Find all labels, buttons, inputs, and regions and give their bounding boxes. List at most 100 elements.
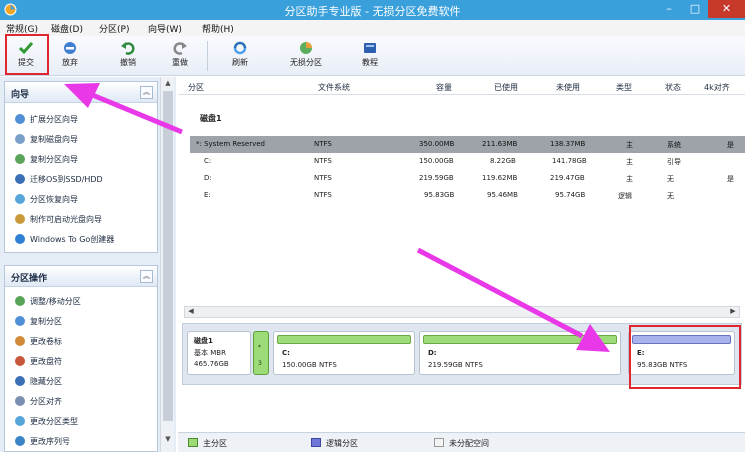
menu-wizard[interactable]: 向导(W): [148, 22, 182, 35]
op-align-partition[interactable]: 分区对齐: [15, 396, 62, 410]
hide-icon: [15, 376, 25, 386]
op-change-type[interactable]: 更改分区类型: [15, 416, 78, 430]
partition-list-area: 分区 文件系统 容量 已使用 未使用 类型 状态 4k对齐 磁盘1 *: Sys…: [178, 77, 745, 452]
copy-partition-icon: [15, 154, 25, 164]
disk-group-label: 磁盘1: [200, 114, 222, 123]
scrollbar-thumb[interactable]: [163, 91, 173, 421]
partition-desc: 150.00GB NTFS: [282, 361, 337, 369]
refresh-icon: [233, 41, 247, 55]
partition-desc: 219.59GB NTFS: [428, 361, 483, 369]
partition-name: D:: [428, 349, 437, 357]
collapse-icon[interactable]: ︽: [140, 270, 153, 283]
partition-usage-bar: [423, 335, 617, 344]
serial-icon: [15, 436, 25, 446]
col-filesystem[interactable]: 文件系统: [318, 82, 350, 93]
wizard-panel-title: 向导: [11, 90, 30, 100]
col-free[interactable]: 未使用: [556, 82, 580, 93]
align-icon: [15, 396, 25, 406]
window-title: 分区助手专业版 - 无损分区免费软件: [284, 5, 461, 18]
partition-block-d[interactable]: D: 219.59GB NTFS: [419, 331, 621, 375]
wizard-panel-header[interactable]: 向导 ︽: [5, 82, 157, 103]
system-reserved-block[interactable]: * 3: [253, 331, 269, 375]
legend-bar: 主分区 逻辑分区 未分配空间: [178, 432, 745, 452]
op-resize-move[interactable]: 调整/移动分区: [15, 296, 81, 310]
legend-primary: 主分区: [203, 439, 227, 448]
wizard-item-windows-to-go[interactable]: Windows To Go创建器: [15, 234, 114, 248]
op-change-letter[interactable]: 更改盘符: [15, 356, 62, 370]
wizard-item-migrate-os[interactable]: 迁移OS到SSD/HDD: [15, 174, 103, 188]
sidebar: 向导 ︽ 扩展分区向导 复制磁盘向导 复制分区向导 迁移OS到SSD/HDD 分…: [0, 77, 176, 452]
maximize-button[interactable]: □: [682, 0, 708, 18]
col-status[interactable]: 状态: [665, 82, 681, 93]
col-partition[interactable]: 分区: [188, 82, 204, 93]
menu-partition[interactable]: 分区(P): [99, 22, 129, 35]
wizard-item-extend[interactable]: 扩展分区向导: [15, 114, 78, 128]
partition-block-c[interactable]: C: 150.00GB NTFS: [273, 331, 415, 375]
sys-index: 3: [258, 360, 262, 367]
table-row[interactable]: C: NTFS 150.00GB 8.22GB 141.78GB 主 引导: [190, 153, 745, 170]
wizard-item-copy-partition[interactable]: 复制分区向导: [15, 154, 78, 168]
scroll-up-arrow[interactable]: ▲: [161, 79, 175, 91]
redo-label: 重做: [172, 58, 188, 67]
refresh-label: 刷新: [232, 58, 248, 67]
partition-usage-bar: [277, 335, 411, 344]
lossless-partition-button[interactable]: 无损分区: [282, 38, 330, 74]
extend-icon: [15, 114, 25, 124]
discard-button[interactable]: 放弃: [50, 38, 90, 74]
copy-disk-icon: [15, 134, 25, 144]
undo-icon: [121, 42, 135, 55]
book-icon: [364, 43, 376, 53]
discard-icon: [64, 42, 76, 54]
unallocated-swatch: [434, 438, 444, 447]
op-change-serial[interactable]: 更改序列号: [15, 436, 70, 450]
minimize-button[interactable]: –: [656, 0, 682, 18]
scroll-left-arrow[interactable]: ◀: [186, 307, 196, 317]
partition-ops-header[interactable]: 分区操作 ︽: [5, 266, 157, 287]
undo-button[interactable]: 撤销: [108, 38, 148, 74]
lossless-partition-label: 无损分区: [290, 58, 322, 67]
op-hide-partition[interactable]: 隐藏分区: [15, 376, 62, 390]
refresh-button[interactable]: 刷新: [220, 38, 260, 74]
close-button[interactable]: ✕: [708, 0, 745, 18]
disk-size: 465.76GB: [194, 360, 229, 368]
toolbar: 提交 放弃 撤销 重做 刷新 无损分区 教程: [0, 36, 745, 76]
wizard-panel: 向导 ︽ 扩展分区向导 复制磁盘向导 复制分区向导 迁移OS到SSD/HDD 分…: [4, 81, 158, 253]
partition-e-highlight-box: [629, 325, 741, 389]
letter-icon: [15, 356, 25, 366]
toolbar-separator: [207, 41, 208, 71]
op-copy-partition[interactable]: 复制分区: [15, 316, 62, 330]
redo-icon: [173, 42, 187, 55]
collapse-icon[interactable]: ︽: [140, 86, 153, 99]
sidebar-scrollbar[interactable]: ▲ ▼: [160, 77, 174, 452]
discard-label: 放弃: [62, 58, 78, 67]
commit-highlight-box: [5, 34, 49, 75]
scroll-down-arrow[interactable]: ▼: [161, 435, 175, 447]
col-4k-align[interactable]: 4k对齐: [704, 82, 730, 93]
legend-unallocated: 未分配空间: [449, 439, 489, 448]
primary-swatch: [188, 438, 198, 447]
menu-disk[interactable]: 磁盘(D): [51, 22, 83, 35]
table-row[interactable]: D: NTFS 219.59GB 119.62MB 219.47GB 主 无 是: [190, 170, 745, 187]
table-row[interactable]: *: System Reserved NTFS 350.00MB 211.63M…: [190, 136, 745, 153]
undo-label: 撤销: [120, 58, 136, 67]
partition-ops-title: 分区操作: [11, 274, 48, 284]
table-row[interactable]: E: NTFS 95.83GB 95.46MB 95.74GB 逻辑 无: [190, 187, 745, 204]
col-used[interactable]: 已使用: [494, 82, 518, 93]
col-capacity[interactable]: 容量: [436, 82, 452, 93]
sys-marker: *: [258, 344, 261, 351]
resize-icon: [15, 296, 25, 306]
menu-help[interactable]: 帮助(H): [202, 22, 234, 35]
title-bar: 分区助手专业版 - 无损分区免费软件 – □ ✕: [0, 0, 745, 20]
tutorial-button[interactable]: 教程: [350, 38, 390, 74]
logical-swatch: [311, 438, 321, 447]
op-change-label[interactable]: 更改卷标: [15, 336, 62, 350]
col-type[interactable]: 类型: [616, 82, 632, 93]
disc-icon: [15, 214, 25, 224]
scroll-right-arrow[interactable]: ▶: [728, 307, 738, 317]
disk-info-card[interactable]: 磁盘1 基本 MBR 465.76GB: [187, 331, 251, 375]
horizontal-scrollbar[interactable]: ◀ ▶: [184, 306, 740, 318]
wizard-item-bootable[interactable]: 制作可启动光盘向导: [15, 214, 102, 228]
redo-button[interactable]: 重做: [160, 38, 200, 74]
wizard-item-copy-disk[interactable]: 复制磁盘向导: [15, 134, 78, 148]
wizard-item-recovery[interactable]: 分区恢复向导: [15, 194, 78, 208]
